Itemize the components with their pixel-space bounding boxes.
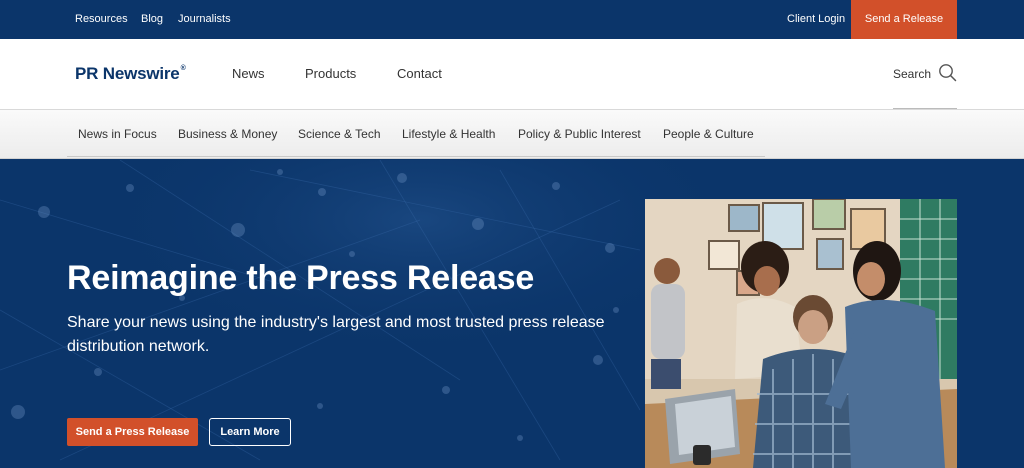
client-login-link[interactable]: Client Login — [787, 0, 845, 39]
category-lifestyle-health[interactable]: Lifestyle & Health — [402, 127, 495, 141]
office-team-image — [645, 199, 957, 468]
category-people-culture[interactable]: People & Culture — [663, 127, 754, 141]
category-news-in-focus[interactable]: News in Focus — [78, 127, 157, 141]
journalists-link[interactable]: Journalists — [178, 0, 231, 39]
pr-newswire-logo[interactable]: PR Newswire® — [75, 64, 186, 84]
logo-text: PR Newswire — [75, 64, 180, 83]
nav-contact[interactable]: Contact — [397, 66, 442, 81]
main-header: PR Newswire® News Products Contact Searc… — [0, 39, 1024, 109]
category-business-money[interactable]: Business & Money — [178, 127, 277, 141]
search-label: Search — [893, 67, 932, 81]
resources-link[interactable]: Resources — [75, 0, 128, 39]
send-a-release-button[interactable]: Send a Release — [851, 0, 957, 39]
nav-products[interactable]: Products — [305, 66, 356, 81]
blog-link[interactable]: Blog — [141, 0, 163, 39]
nav-news[interactable]: News — [232, 66, 265, 81]
category-divider — [67, 156, 765, 157]
logo-registered-mark: ® — [180, 65, 186, 72]
top-utility-bar: Resources Blog Journalists Client Login … — [0, 0, 1024, 39]
hero-title: Reimagine the Press Release — [67, 259, 535, 297]
learn-more-button[interactable]: Learn More — [209, 418, 291, 446]
send-press-release-button[interactable]: Send a Press Release — [67, 418, 198, 446]
category-policy-public-interest[interactable]: Policy & Public Interest — [518, 127, 641, 141]
hero-banner: Reimagine the Press Release Share your n… — [0, 160, 1024, 468]
category-bar: News in Focus Business & Money Science &… — [0, 109, 1024, 159]
search-icon — [939, 64, 957, 82]
hero-subtitle: Share your news using the industry's lar… — [67, 314, 605, 355]
hero-photo — [645, 199, 957, 468]
category-science-tech[interactable]: Science & Tech — [298, 127, 381, 141]
search-button[interactable]: Search — [893, 63, 957, 83]
